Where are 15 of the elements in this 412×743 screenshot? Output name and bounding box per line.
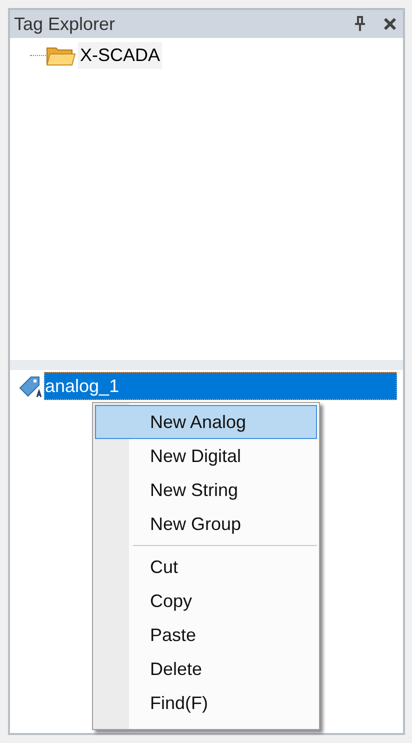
- menu-item[interactable]: New String: [95, 473, 317, 507]
- menu-item[interactable]: Copy: [95, 584, 317, 618]
- menu-item[interactable]: New Analog: [95, 405, 317, 439]
- menu-item[interactable]: New Digital: [95, 439, 317, 473]
- folder-icon: [46, 44, 76, 66]
- close-icon[interactable]: [381, 15, 399, 33]
- tree-item[interactable]: X-SCADA: [78, 42, 162, 69]
- menu-item[interactable]: Cut: [95, 550, 317, 584]
- tag-item[interactable]: analog_1: [44, 372, 397, 400]
- panel-title: Tag Explorer: [14, 12, 116, 36]
- menu-item[interactable]: New Group: [95, 507, 317, 541]
- tag-icon: [18, 374, 44, 398]
- menu-item[interactable]: Paste: [95, 618, 317, 652]
- menu-item[interactable]: Delete: [95, 652, 317, 686]
- menu-item[interactable]: Find(F): [95, 686, 317, 720]
